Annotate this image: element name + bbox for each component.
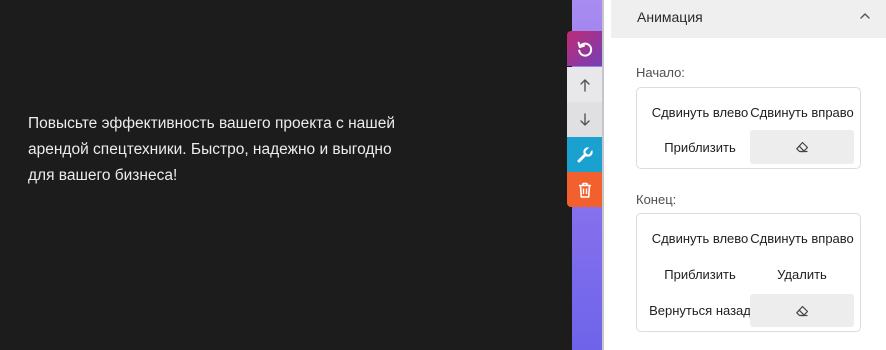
undo-icon [577,41,592,57]
move-up-button[interactable] [567,67,602,102]
eraser-icon [796,141,809,153]
animation-section-title: Анимация [637,9,703,25]
rail-divider [602,0,604,350]
settings-button[interactable] [567,137,602,172]
animation-section-header[interactable]: Анимация [611,0,886,38]
start-zoom-in-option[interactable]: Приблизить [648,130,752,164]
end-slide-right-option[interactable]: Сдвинуть вправо [750,219,854,257]
start-label: Начало: [636,65,685,80]
settings-panel: Анимация Начало: Сдвинуть влево Сдвинуть… [611,0,886,350]
end-delete-option[interactable]: Удалить [750,258,854,290]
delete-button[interactable] [567,172,602,207]
chevron-up-icon [860,13,870,19]
wrench-icon [577,145,593,162]
eraser-icon [796,305,809,316]
arrow-down-icon [579,112,590,126]
block-text[interactable]: Повысьте эффективность вашего проекта с … [28,111,408,189]
start-slide-right-option[interactable]: Сдвинуть вправо [750,93,854,131]
start-clear-button[interactable] [750,130,854,164]
start-options: Сдвинуть влево Сдвинуть вправо Приблизит… [636,87,861,169]
end-clear-button[interactable] [750,294,854,327]
end-options: Сдвинуть влево Сдвинуть вправо Приблизит… [636,213,861,332]
end-slide-left-option[interactable]: Сдвинуть влево [648,219,752,257]
end-label: Конец: [636,192,677,207]
undo-button[interactable] [567,31,602,66]
end-go-back-option[interactable]: Вернуться назад [648,294,752,327]
arrow-up-icon [579,78,590,92]
end-zoom-in-option[interactable]: Приблизить [648,258,752,290]
trash-icon [578,182,591,198]
start-slide-left-option[interactable]: Сдвинуть влево [648,93,752,131]
content-canvas: Повысьте эффективность вашего проекта с … [0,0,572,350]
move-down-button[interactable] [567,102,602,137]
